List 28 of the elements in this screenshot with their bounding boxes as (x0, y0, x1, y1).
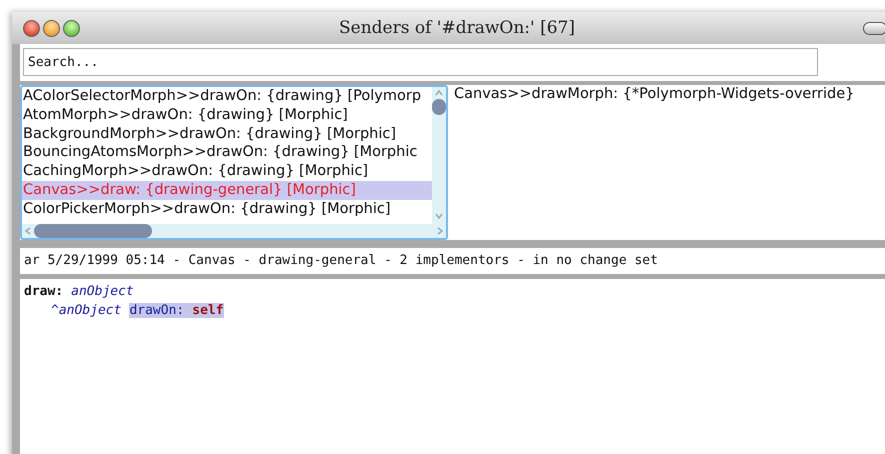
code-token: self (184, 303, 224, 318)
list-item[interactable]: AtomMorph>>drawOn: {drawing} [Morphic] (22, 106, 432, 125)
collapse-button[interactable] (863, 22, 885, 34)
list-item[interactable]: AColorSelectorMorph>>drawOn: {drawing} [Polymorp (22, 87, 432, 106)
code-editor[interactable]: draw: anObject ^anObject drawOn: self (20, 279, 885, 454)
scroll-thumb[interactable] (34, 224, 152, 238)
scroll-thumb[interactable] (432, 99, 446, 115)
method-info: ar 5/29/1999 05:14 - Canvas - drawing-general - 2 implementors - in no change set (20, 248, 885, 274)
code-token: ^anObject (51, 303, 122, 318)
list-item[interactable]: BouncingAtomsMorph>>drawOn: {drawing} [Morphic (22, 143, 432, 162)
list-item[interactable]: Canvas>>drawMorph: {*Polymorph-Widgets-override} (453, 85, 885, 104)
code-token: draw: (24, 284, 64, 299)
vertical-scrollbar[interactable] (432, 87, 446, 224)
code-token: anObject (71, 284, 134, 299)
scroll-up-icon[interactable] (434, 89, 444, 97)
window-title: Senders of '#drawOn:' [67] (339, 18, 575, 38)
close-button[interactable] (23, 20, 40, 36)
minimize-button[interactable] (43, 20, 60, 36)
maximize-button[interactable] (63, 20, 80, 36)
scroll-left-icon[interactable] (24, 226, 32, 236)
list-item[interactable]: CachingMorph>>drawOn: {drawing} [Morphic] (22, 162, 432, 181)
scroll-right-icon[interactable] (436, 226, 444, 236)
search-field[interactable]: Search... (23, 48, 818, 76)
code-token: drawOn: (129, 303, 184, 318)
scroll-down-icon[interactable] (434, 212, 444, 220)
list-item[interactable]: BackgroundMorph>>drawOn: {drawing} [Morphic] (22, 124, 432, 144)
horizontal-scrollbar[interactable] (22, 224, 446, 238)
list-item[interactable]: ColorPickerMorph>>drawOn: {drawing} [Morphic] (22, 200, 432, 219)
